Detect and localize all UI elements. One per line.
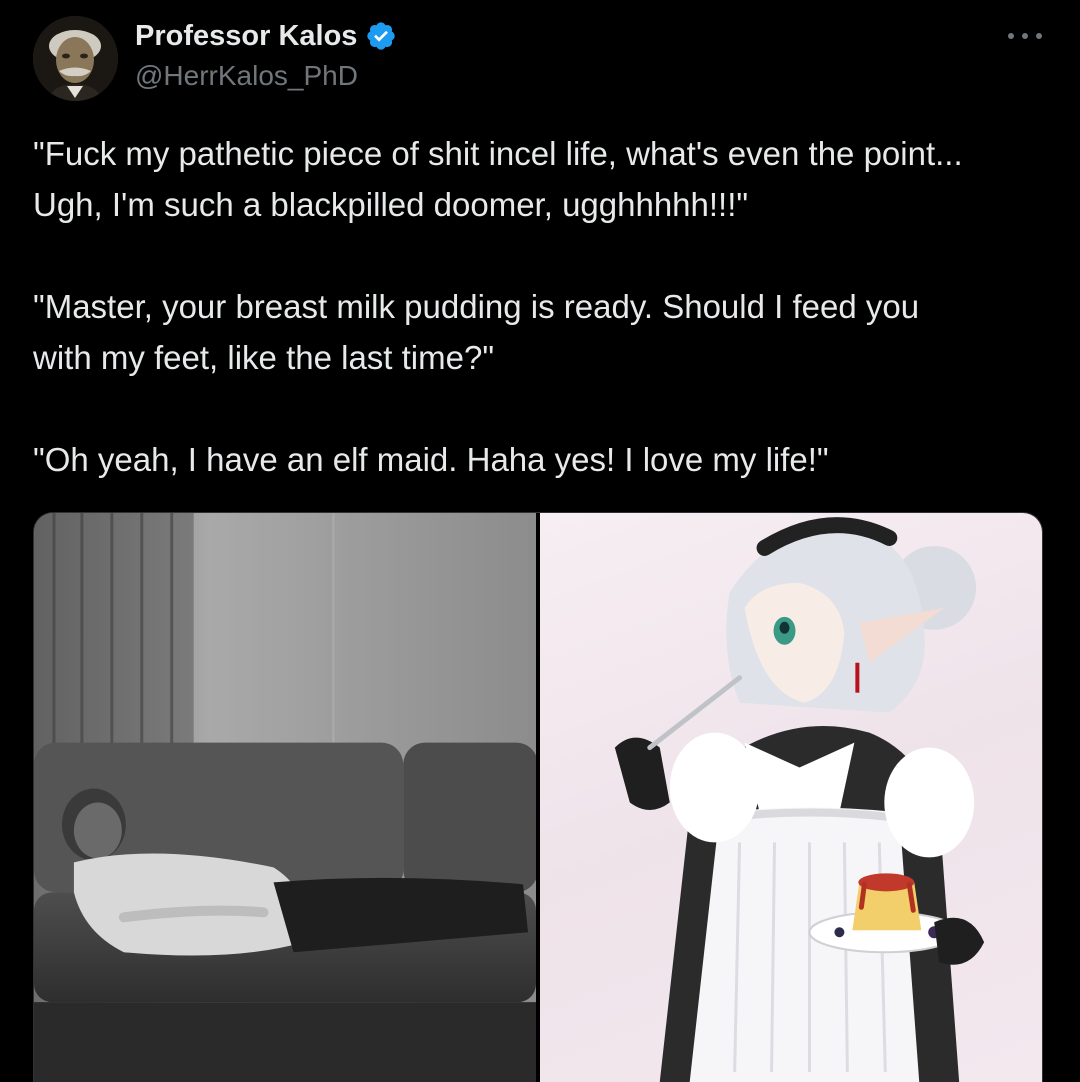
avatar[interactable] [33, 16, 118, 101]
tweet-text: "Fuck my pathetic piece of shit incel li… [33, 128, 1053, 485]
verified-badge-icon [367, 22, 396, 50]
avatar-portrait-image [33, 16, 118, 101]
maid-illustration-drawing [614, 517, 985, 1082]
more-dot [1008, 33, 1014, 39]
tweet-paragraph-2: "Master, your breast milk pudding is rea… [33, 288, 920, 376]
more-options-icon[interactable] [1008, 24, 1042, 48]
couch-photo-drawing [34, 513, 536, 1082]
elf-maid-illustration[interactable] [540, 513, 1042, 1082]
author-handle[interactable]: @HerrKalos_PhD [135, 60, 358, 92]
tweet-paragraph-3: "Oh yeah, I have an elf maid. Haha yes! … [33, 441, 829, 478]
author-display-name[interactable]: Professor Kalos [135, 20, 357, 53]
tweet-media [33, 512, 1043, 1082]
more-dot [1022, 33, 1028, 39]
author-name-row[interactable]: Professor Kalos [135, 16, 397, 56]
tweet-paragraph-1: "Fuck my pathetic piece of shit incel li… [33, 135, 963, 223]
man-lying-on-couch-photo[interactable] [34, 513, 536, 1082]
tweet: Professor Kalos @HerrKalos_PhD "Fuck my … [0, 0, 1080, 1082]
more-dot [1036, 33, 1042, 39]
